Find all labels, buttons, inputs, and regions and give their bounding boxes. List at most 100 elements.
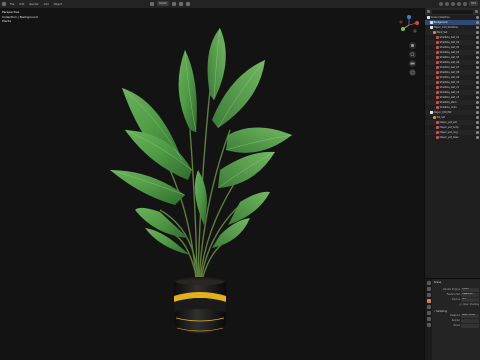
shading-dropdown[interactable]: Hint — [469, 1, 478, 6]
outliner-row-label: Strelitzia_leaf_01 — [439, 36, 460, 39]
modifier-tab-icon[interactable] — [426, 317, 431, 321]
proportional-icon[interactable] — [185, 1, 190, 6]
eye-icon[interactable] — [476, 51, 479, 54]
eye-icon[interactable] — [476, 61, 479, 64]
filter-icon[interactable] — [475, 10, 478, 13]
outliner-row[interactable]: Dispor_pot_base — [425, 135, 480, 140]
noise-label: Noise — [453, 324, 460, 327]
material-tab-icon[interactable] — [426, 323, 431, 327]
outliner-row-label: Dispor_010_Strelitzia — [433, 26, 458, 29]
world-tab-icon[interactable] — [426, 305, 431, 309]
outliner-row-label: Strelitzia_leaf_04 — [439, 51, 460, 54]
eye-icon[interactable] — [476, 101, 479, 104]
feature-set-dropdown[interactable]: Supported — [461, 292, 479, 297]
render-engine-dropdown[interactable]: Cycles — [461, 287, 479, 292]
outliner-type-icon[interactable] — [427, 10, 430, 13]
eye-icon[interactable] — [476, 76, 479, 79]
mesh-icon — [436, 66, 439, 69]
eye-icon[interactable] — [476, 31, 479, 34]
zoom-icon[interactable] — [409, 51, 416, 58]
material-shading-icon[interactable] — [457, 1, 462, 6]
output-tab-icon[interactable] — [426, 293, 431, 297]
object-icon — [433, 116, 436, 119]
render-tab-icon[interactable] — [426, 287, 431, 291]
render-samples-field[interactable] — [461, 318, 479, 323]
eye-icon[interactable] — [476, 126, 479, 129]
outliner-row-label: Pot_Set — [436, 116, 446, 119]
snap-icon[interactable] — [178, 1, 183, 6]
eye-icon[interactable] — [476, 86, 479, 89]
scene-icon[interactable] — [426, 299, 431, 303]
render-engine-label: Render Engine — [443, 288, 460, 291]
app-icon[interactable] — [2, 2, 6, 6]
menu-add[interactable]: Add — [43, 3, 50, 6]
eye-icon[interactable] — [476, 91, 479, 94]
camera-icon[interactable] — [409, 60, 416, 67]
eye-icon[interactable] — [476, 56, 479, 59]
eye-icon[interactable] — [476, 81, 479, 84]
outliner-row-label: Strelitzia_leaf_07 — [439, 66, 460, 69]
pivot-icon[interactable] — [171, 1, 176, 6]
eye-icon[interactable] — [476, 36, 479, 39]
eye-icon[interactable] — [476, 131, 479, 134]
mesh-icon — [436, 86, 439, 89]
mesh-icon — [436, 131, 439, 134]
eye-icon[interactable] — [476, 46, 479, 49]
mesh-icon — [436, 76, 439, 79]
properties-editor: Scene Render Engine Cycles Feature Set S… — [425, 278, 480, 360]
hand-icon[interactable] — [409, 42, 416, 49]
eye-icon[interactable] — [476, 121, 479, 124]
outliner-row-label: Strelitzia_leaf_12 — [439, 91, 460, 94]
3d-viewport[interactable]: Perspective Collection | Background Plan… — [0, 8, 424, 360]
mesh-icon — [436, 46, 439, 49]
device-dropdown[interactable]: GPU — [461, 297, 479, 302]
eye-icon[interactable] — [476, 116, 479, 119]
eye-icon[interactable] — [476, 111, 479, 114]
outliner-row-label: Strelitzia_roots — [439, 106, 457, 109]
menu-edit[interactable]: Edit — [18, 3, 25, 6]
mesh-icon — [436, 101, 439, 104]
overlay-icon[interactable] — [439, 1, 444, 6]
outliner-row-label: Strelitzia_leaf_06 — [439, 61, 460, 64]
grid-view-icon[interactable] — [409, 69, 416, 76]
orientation-dropdown[interactable]: Global — [157, 1, 169, 6]
eye-icon[interactable] — [476, 106, 479, 109]
outliner-header — [425, 8, 480, 15]
menu-render[interactable]: Render — [28, 3, 39, 6]
open-shading-checkbox[interactable] — [458, 303, 462, 306]
eye-icon[interactable] — [476, 21, 479, 24]
collection-icon — [430, 21, 433, 24]
eye-icon[interactable] — [476, 41, 479, 44]
viewport-samples-field[interactable]: Noise Thresh — [461, 313, 479, 318]
collection-icon — [427, 16, 430, 19]
eye-icon[interactable] — [476, 66, 479, 69]
right-sidebar: Scene Collection Background Dispor_010_Str… — [424, 8, 480, 360]
outliner-search-input[interactable] — [432, 9, 473, 14]
eye-icon[interactable] — [476, 26, 479, 29]
solid-shading-icon[interactable] — [451, 1, 456, 6]
grid-icon[interactable] — [150, 1, 154, 6]
gizmo-icon[interactable] — [398, 14, 420, 36]
device-label: Device — [452, 298, 460, 301]
outliner-row-label: Background — [433, 21, 448, 24]
noise-field[interactable] — [461, 323, 479, 328]
sampling-label: Sampling — [436, 310, 447, 313]
eye-icon[interactable] — [476, 136, 479, 139]
viewport-shading-controls: Hint — [439, 1, 478, 6]
object-tab-icon[interactable] — [426, 311, 431, 315]
xray-icon[interactable] — [445, 1, 450, 6]
rendered-shading-icon[interactable] — [463, 1, 468, 6]
menu-object[interactable]: Object — [53, 3, 63, 6]
header-bar: File Edit Render Add Object Global Hint — [0, 0, 480, 8]
outliner-row-label: Strelitzia_stem — [439, 101, 457, 104]
outliner-row-label: Dispor_pot_body — [439, 126, 459, 129]
tool-tab-icon[interactable] — [426, 281, 431, 285]
mesh-icon — [436, 121, 439, 124]
object-icon — [433, 31, 436, 34]
open-shading-label: Open Shading — [462, 303, 479, 306]
eye-icon[interactable] — [476, 16, 479, 19]
eye-icon[interactable] — [476, 71, 479, 74]
menu-file[interactable]: File — [9, 3, 15, 6]
properties-body: Scene Render Engine Cycles Feature Set S… — [432, 279, 480, 360]
eye-icon[interactable] — [476, 96, 479, 99]
